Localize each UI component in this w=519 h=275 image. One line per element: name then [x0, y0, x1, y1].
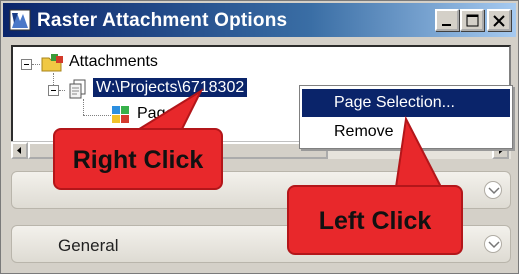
callout-text: Left Click	[318, 207, 432, 235]
raster-attachment-options-window: Raster Attachment Options Attachments W:…	[0, 0, 519, 274]
right-click-callout: Right Click	[53, 128, 223, 190]
callout-text: Right Click	[72, 146, 204, 174]
left-click-callout: Left Click	[287, 185, 463, 255]
